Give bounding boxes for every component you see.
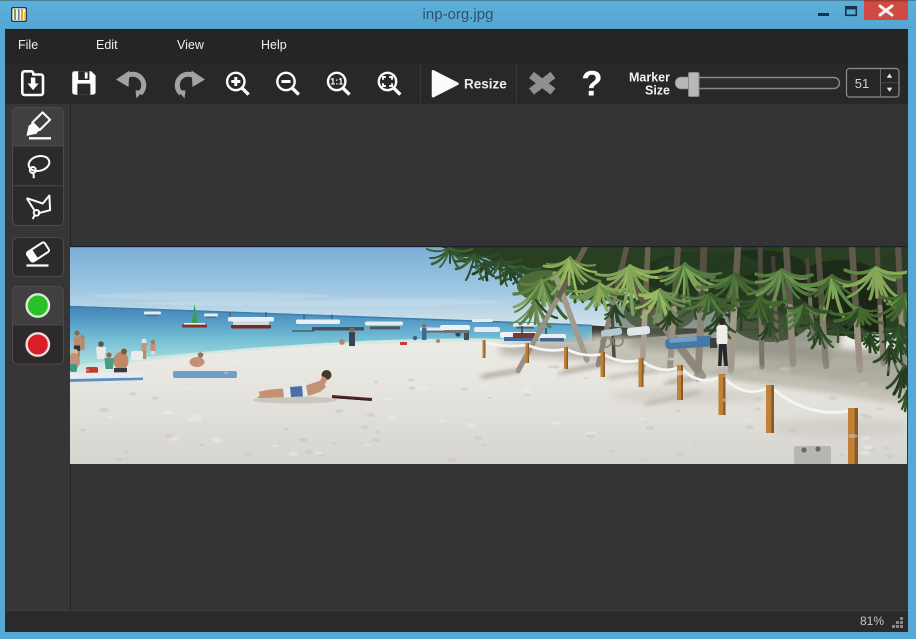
svg-text:Resize: Resize [464,77,507,92]
svg-text:Marker: Marker [629,71,670,85]
svg-text:?: ? [581,65,602,104]
svg-text:51: 51 [855,76,869,91]
svg-text:1:1: 1:1 [330,77,343,87]
svg-text:Size: Size [645,84,670,98]
